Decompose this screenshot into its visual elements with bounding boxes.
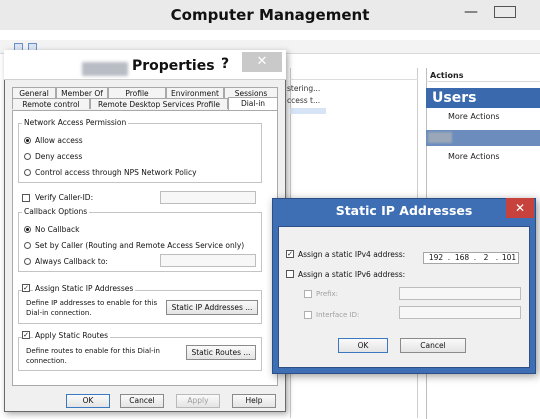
center-pane-header — [290, 68, 418, 80]
minimize-button[interactable]: — — [460, 0, 482, 24]
ipv4-octet: 168 — [454, 253, 470, 262]
network-access-group-title: Network Access Permission — [22, 118, 129, 127]
ipv6-prefix-field[interactable] — [399, 287, 521, 300]
more-actions-link[interactable]: More Actions — [448, 152, 500, 161]
nps-policy-label[interactable]: Control access through NPS Network Polic… — [35, 168, 197, 177]
static-ip-dialog-title: Static IP Addresses — [335, 203, 473, 218]
tab-environment[interactable]: Environment — [166, 87, 224, 98]
window-title: Computer Management — [170, 6, 370, 24]
static-routes-button[interactable]: Static Routes ... — [186, 345, 256, 360]
ipv6-interface-id-field[interactable] — [399, 306, 521, 319]
close-button[interactable]: ✕ — [242, 52, 282, 72]
assign-static-ip-label[interactable]: Assign Static IP Addresses — [33, 284, 136, 293]
cancel-button[interactable]: Cancel — [120, 394, 164, 408]
tab-remote-desktop-services-profile[interactable]: Remote Desktop Services Profile — [90, 98, 228, 109]
allow-access-radio[interactable] — [24, 137, 31, 144]
tab-remote-control[interactable]: Remote control — [12, 98, 90, 109]
apply-static-routes-label[interactable]: Apply Static Routes — [33, 331, 111, 340]
selected-row-highlight[interactable] — [290, 108, 326, 114]
static-ip-description: Dial-in connection. — [26, 309, 92, 317]
set-by-caller-radio[interactable] — [24, 242, 31, 249]
ipv4-octet: 192 — [428, 253, 444, 262]
ipv6-label[interactable]: Assign a static IPv6 address: — [298, 270, 405, 279]
apply-static-routes-checkbox[interactable]: ✓ — [22, 331, 30, 339]
static-ip-description: Define IP addresses to enable for this — [26, 299, 158, 307]
help-icon[interactable]: ? — [221, 56, 229, 72]
actions-header: Actions — [426, 68, 540, 82]
always-callback-radio[interactable] — [24, 258, 31, 265]
no-callback-radio[interactable] — [24, 226, 31, 233]
tab-profile[interactable]: Profile — [108, 87, 166, 98]
deny-access-radio[interactable] — [24, 153, 31, 160]
always-callback-label[interactable]: Always Callback to: — [35, 257, 108, 266]
nps-policy-radio[interactable] — [24, 169, 31, 176]
verify-caller-id-checkbox[interactable] — [22, 194, 30, 202]
no-callback-label[interactable]: No Callback — [35, 225, 79, 234]
static-ip-addresses-button[interactable]: Static IP Addresses ... — [166, 300, 258, 315]
help-button[interactable]: Help — [232, 394, 276, 408]
static-ip-cancel-button[interactable]: Cancel — [400, 338, 466, 353]
ipv4-octet: 101 — [501, 253, 517, 262]
prefix-label: Prefix: — [316, 290, 339, 298]
static-routes-description: connection. — [26, 357, 67, 365]
static-ip-ok-button[interactable]: OK — [338, 338, 388, 353]
callback-options-title: Callback Options — [22, 207, 90, 216]
deny-access-label[interactable]: Deny access — [35, 152, 82, 161]
callback-number-field[interactable] — [160, 254, 256, 267]
ipv4-label[interactable]: Assign a static IPv4 address: — [298, 250, 405, 259]
tab-member-of[interactable]: Member Of — [56, 87, 108, 98]
actions-users-header[interactable]: Users — [426, 88, 540, 108]
close-button[interactable]: ✕ — [506, 198, 534, 218]
properties-title: Properties — [132, 58, 215, 74]
ok-button[interactable]: OK — [66, 394, 110, 408]
interface-id-checkbox[interactable] — [304, 311, 312, 319]
tab-dial-in[interactable]: Dial-in — [228, 97, 278, 110]
set-by-caller-label[interactable]: Set by Caller (Routing and Remote Access… — [35, 241, 244, 250]
maximize-button[interactable] — [494, 6, 516, 18]
apply-button[interactable]: Apply — [176, 394, 220, 408]
caller-id-field[interactable] — [160, 191, 256, 204]
redacted-user-name — [428, 132, 452, 143]
center-row-description: stering... — [287, 84, 321, 93]
ipv4-checkbox[interactable]: ✓ — [286, 250, 294, 258]
verify-caller-id-label[interactable]: Verify Caller-ID: — [35, 193, 93, 202]
allow-access-label[interactable]: Allow access — [35, 136, 83, 145]
assign-static-ip-checkbox[interactable]: ✓ — [22, 284, 30, 292]
interface-id-label: Interface ID: — [316, 311, 360, 319]
more-actions-link[interactable]: More Actions — [448, 112, 500, 121]
prefix-checkbox[interactable] — [304, 290, 312, 298]
static-routes-description: Define routes to enable for this Dial-in — [26, 347, 160, 355]
tab-general[interactable]: General — [12, 87, 56, 98]
redacted-user-name — [82, 62, 128, 76]
center-row-description: ccess t... — [287, 96, 321, 105]
ipv6-checkbox[interactable] — [286, 270, 294, 278]
ipv4-octet: 2 — [483, 253, 489, 262]
